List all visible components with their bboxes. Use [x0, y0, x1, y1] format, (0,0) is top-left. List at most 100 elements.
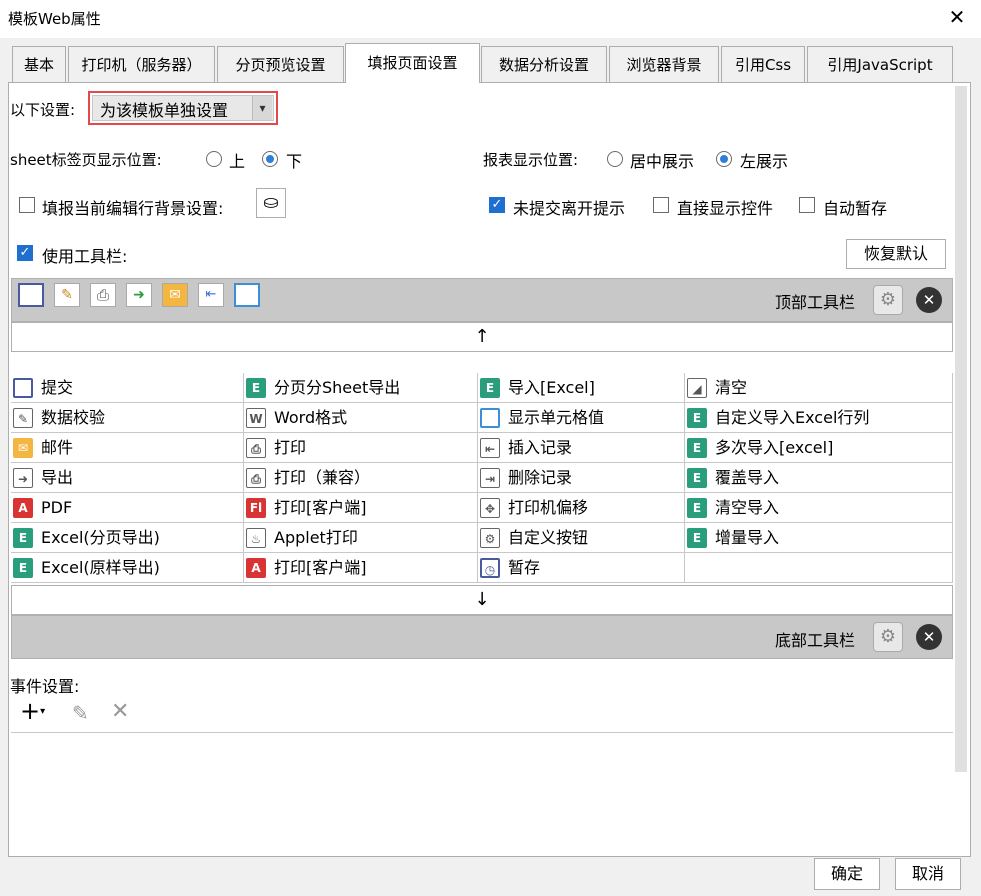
toolbar-option[interactable]: E 覆盖导入: [685, 463, 953, 493]
scope-label: 以下设置:: [10, 101, 76, 119]
flash-print-icon: Fl: [246, 498, 266, 518]
tab-fill-page[interactable]: 填报页面设置: [345, 43, 480, 83]
toolbar-option[interactable]: ♨ Applet打印: [244, 523, 478, 553]
toolbar-option[interactable]: W Word格式: [244, 403, 478, 433]
direct-show-label: 直接显示控件: [677, 199, 774, 218]
toolbar-option[interactable]: ⇥ 删除记录: [478, 463, 685, 493]
bottom-toolbar-close-icon[interactable]: ✕: [916, 624, 942, 650]
toolbar-option[interactable]: E Excel(分页导出): [11, 523, 244, 553]
use-toolbar-checkbox[interactable]: ✓: [17, 245, 33, 261]
toolbar-option[interactable]: E 多次导入[excel]: [685, 433, 953, 463]
tab-printer-server[interactable]: 打印机（服务器）: [68, 46, 215, 82]
toolbar-option[interactable]: A PDF: [11, 493, 244, 523]
restore-default-button[interactable]: 恢复默认: [846, 239, 946, 269]
delete-icon[interactable]: ✕: [111, 699, 129, 724]
tab-data-analysis[interactable]: 数据分析设置: [481, 46, 607, 82]
toolbar-option[interactable]: ✥ 打印机偏移: [478, 493, 685, 523]
toolbar-option[interactable]: E 导入[Excel]: [478, 373, 685, 403]
unsubmitted-leave-checkbox[interactable]: ✓: [489, 197, 505, 213]
toolbar-option[interactable]: 提交: [11, 373, 244, 403]
cancel-button[interactable]: 取消: [895, 858, 961, 890]
printer-icon: ⎙: [246, 438, 266, 458]
toolbar-option-label: 显示单元格值: [508, 408, 605, 427]
paint-bucket-icon[interactable]: ⛀: [256, 188, 286, 218]
toolbar-option[interactable]: 显示单元格值: [478, 403, 685, 433]
toolbar-option[interactable]: A 打印[客户端]: [244, 553, 478, 583]
tab-page-preview[interactable]: 分页预览设置: [217, 46, 344, 82]
toolbar-option-label: Excel(分页导出): [41, 528, 160, 547]
add-icon[interactable]: +▾: [20, 698, 45, 725]
move-up-arrow[interactable]: ↑: [11, 322, 953, 352]
toolbar-option[interactable]: E 清空导入: [685, 493, 953, 523]
toolbar-option[interactable]: E 自定义导入Excel行列: [685, 403, 953, 433]
top-toolbar-settings-icon[interactable]: ⚙: [873, 285, 903, 315]
toolbar-option[interactable]: ⚙ 自定义按钮: [478, 523, 685, 553]
toolbar-option-label: 自定义导入Excel行列: [715, 408, 870, 427]
edit-row-bg-checkbox[interactable]: [19, 197, 35, 213]
top-toolbar-close-icon[interactable]: ✕: [916, 287, 942, 313]
toolbar-option[interactable]: ◢ 清空: [685, 373, 953, 403]
toolbar-option[interactable]: ✎ 数据校验: [11, 403, 244, 433]
sheet-pos-label: sheet标签页显示位置:: [10, 151, 162, 169]
title-bar: [0, 0, 981, 38]
toolbar-button-grid: 提交 E 分页分Sheet导出 E 导入[Excel] ◢ 清空 ✎ 数据校验 W Word格式 显示…: [11, 373, 953, 584]
top-toolbar-label: 顶部工具栏: [775, 293, 856, 312]
insert-row-icon[interactable]: ⇤: [198, 283, 224, 307]
toolbar-option-label: 邮件: [41, 438, 74, 457]
toolbar-option[interactable]: ◷ 暂存: [478, 553, 685, 583]
mail-icon[interactable]: ✉: [162, 283, 188, 307]
cell-value-icon[interactable]: [234, 283, 260, 307]
auto-save-checkbox[interactable]: [799, 197, 815, 213]
scope-select-value: 为该模板单独设置: [100, 101, 229, 120]
excel-icon: E: [13, 528, 33, 548]
eraser-icon: ◢: [687, 378, 707, 398]
toolbar-option[interactable]: E 分页分Sheet导出: [244, 373, 478, 403]
report-pos-left-radio[interactable]: [716, 151, 732, 167]
toolbar-option-label: 覆盖导入: [715, 468, 780, 487]
printer-icon[interactable]: ⎙: [90, 283, 116, 307]
edit-row-bg-label: 填报当前编辑行背景设置:: [42, 199, 224, 218]
toolbar-option[interactable]: ⎙ 打印（兼容）: [244, 463, 478, 493]
pencil-check-icon[interactable]: ✎: [54, 283, 80, 307]
mail-icon: ✉: [13, 438, 33, 458]
toolbar-option-label: 清空: [715, 378, 748, 397]
toolbar-option-label: 导入[Excel]: [508, 378, 595, 397]
excel-icon: E: [687, 528, 707, 548]
applet-print-icon: ♨: [246, 528, 266, 548]
tab-javascript[interactable]: 引用JavaScript: [807, 46, 953, 82]
toolbar-option[interactable]: ➜ 导出: [11, 463, 244, 493]
events-list[interactable]: [11, 732, 953, 854]
move-icon: ✥: [480, 498, 500, 518]
ok-button[interactable]: 确定: [814, 858, 880, 890]
tab-browser-bg[interactable]: 浏览器背景: [609, 46, 719, 82]
export-icon[interactable]: ➜: [126, 283, 152, 307]
toolbar-option[interactable]: Fl 打印[客户端]: [244, 493, 478, 523]
toolbar-option[interactable]: ✉ 邮件: [11, 433, 244, 463]
toolbar-option-label: 打印[客户端]: [274, 498, 367, 517]
excel-icon: E: [13, 558, 33, 578]
toolbar-option[interactable]: ⇤ 插入记录: [478, 433, 685, 463]
chevron-down-icon[interactable]: ▾: [252, 96, 272, 120]
toolbar-option-label: Excel(原样导出): [41, 558, 160, 577]
toolbar-option-label: 打印（兼容）: [274, 468, 371, 487]
bottom-toolbar-settings-icon[interactable]: ⚙: [873, 622, 903, 652]
move-down-arrow[interactable]: ↓: [11, 585, 953, 615]
toolbar-option[interactable]: E Excel(原样导出): [11, 553, 244, 583]
events-label: 事件设置:: [10, 677, 80, 696]
toolbar-option[interactable]: E 增量导入: [685, 523, 953, 553]
toolbar-option-label: 自定义按钮: [508, 528, 589, 547]
tab-css[interactable]: 引用Css: [721, 46, 805, 82]
toolbar-option[interactable]: ⎙ 打印: [244, 433, 478, 463]
scrollbar[interactable]: [955, 86, 967, 772]
report-pos-center-radio[interactable]: [607, 151, 623, 167]
edit-icon[interactable]: ✎: [72, 701, 89, 725]
close-icon[interactable]: ✕: [946, 6, 968, 28]
direct-show-checkbox[interactable]: [653, 197, 669, 213]
save-icon[interactable]: [18, 283, 44, 307]
tab-basic[interactable]: 基本: [12, 46, 66, 82]
sheet-pos-bottom-radio[interactable]: [262, 151, 278, 167]
excel-icon: E: [687, 438, 707, 458]
insert-row-icon: ⇤: [480, 438, 500, 458]
sheet-pos-top-radio[interactable]: [206, 151, 222, 167]
toolbar-option-label: 打印[客户端]: [274, 558, 367, 577]
